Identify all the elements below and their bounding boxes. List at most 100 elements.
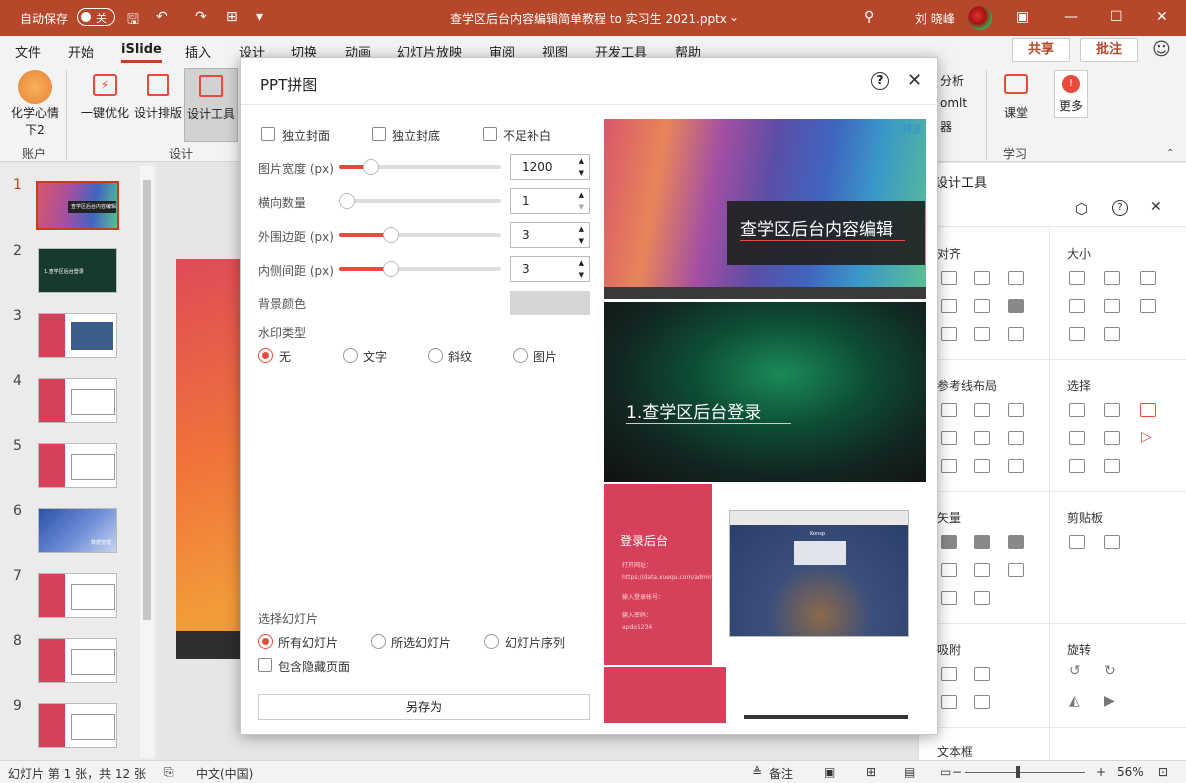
vector-b-icon[interactable] [974, 591, 990, 605]
save-icon[interactable]: 🖫 [127, 9, 139, 33]
tab-insert[interactable]: 插入 [185, 42, 211, 61]
user-name[interactable]: 刘 晓峰 [915, 10, 955, 27]
align-right-icon[interactable] [1008, 271, 1024, 285]
all-slides-radio[interactable] [258, 634, 273, 649]
distribute-h-icon[interactable] [941, 327, 957, 341]
share-button[interactable]: 共享 [1012, 38, 1070, 62]
selected-slides-radio[interactable] [371, 634, 386, 649]
preview-badge[interactable]: 预览 [902, 121, 922, 136]
hidden-slides-checkbox[interactable] [258, 658, 272, 672]
outer-margin-stepper[interactable]: 3 ▲ ▼ [510, 222, 590, 248]
comment-button[interactable]: 批注 [1080, 38, 1138, 62]
select-group-icon[interactable] [1104, 459, 1120, 473]
zoom-slider[interactable] [965, 772, 1085, 773]
guide-top-icon[interactable] [941, 431, 957, 445]
slide-thumb-7[interactable] [38, 573, 117, 618]
avatar[interactable] [968, 6, 992, 30]
collapse-ribbon-icon[interactable]: ⌃ [1166, 148, 1174, 159]
zoom-level[interactable]: 56% [1117, 765, 1144, 779]
title-dropdown[interactable]: ⌄ [729, 10, 739, 24]
distribute-grid-icon[interactable] [1008, 327, 1024, 341]
reading-view-icon[interactable]: ▤ [904, 765, 915, 779]
notes-icon[interactable]: ≜ [752, 765, 762, 779]
classroom-button[interactable]: 课堂 [996, 74, 1036, 121]
extend-bottom-icon[interactable] [1104, 327, 1120, 341]
step-down-icon[interactable]: ▼ [579, 203, 584, 211]
maximize-icon[interactable]: ☐ [1110, 9, 1123, 25]
select-same-icon[interactable] [1069, 403, 1085, 417]
swap-size-icon[interactable] [1140, 299, 1156, 313]
slider-handle[interactable] [339, 193, 355, 209]
current-slide[interactable] [176, 259, 242, 659]
bg-color-swatch[interactable] [510, 291, 590, 315]
union-icon[interactable] [941, 535, 957, 549]
select-top-icon[interactable] [1069, 431, 1085, 445]
help-icon[interactable]: ? [1112, 200, 1128, 216]
extend-right-icon[interactable] [1104, 299, 1120, 313]
snap-left-icon[interactable] [941, 667, 957, 681]
vector-a-icon[interactable] [941, 591, 957, 605]
fit-window-icon[interactable]: ⊡ [1158, 765, 1168, 779]
copy-icon[interactable] [1069, 535, 1085, 549]
same-height-icon[interactable] [1104, 271, 1120, 285]
search-icon[interactable]: ⚲ [864, 9, 874, 25]
normal-view-icon[interactable]: ▣ [824, 765, 835, 779]
watermark-none-radio[interactable] [258, 348, 273, 363]
extend-top-icon[interactable] [1069, 327, 1085, 341]
align-left-icon[interactable] [941, 271, 957, 285]
step-down-icon[interactable]: ▼ [579, 169, 584, 177]
same-width-icon[interactable] [1069, 271, 1085, 285]
combine-icon[interactable] [974, 535, 990, 549]
flip-v-icon[interactable]: ▶ [1104, 693, 1115, 709]
slide-thumb-8[interactable] [38, 638, 117, 683]
step-up-icon[interactable]: ▲ [579, 259, 584, 267]
settings-icon[interactable]: ⬡ [1075, 200, 1088, 218]
accessibility-icon[interactable]: ⎘ [164, 765, 174, 780]
cover-checkbox[interactable] [261, 127, 275, 141]
inner-gap-slider[interactable] [339, 261, 501, 277]
fill-blank-checkbox[interactable] [483, 127, 497, 141]
design-tools-button[interactable]: 设计工具 [184, 68, 238, 142]
tab-islide[interactable]: iSlide [121, 42, 162, 63]
more-button[interactable]: ! 更多 [1054, 70, 1088, 118]
minimize-icon[interactable]: — [1064, 9, 1078, 25]
html-button[interactable]: omlt [940, 96, 967, 110]
language[interactable]: 中文(中国) [196, 765, 253, 782]
zoom-out-button[interactable]: − [952, 765, 962, 779]
same-size-icon[interactable] [1140, 271, 1156, 285]
slider-handle[interactable] [363, 159, 379, 175]
slide-sequence-radio[interactable] [484, 634, 499, 649]
zoom-handle[interactable] [1016, 766, 1020, 778]
layout-button[interactable]: 设计排版 [132, 74, 184, 121]
slider-handle[interactable] [383, 227, 399, 243]
align-middle-icon[interactable] [974, 299, 990, 313]
align-center-icon[interactable] [974, 271, 990, 285]
thumbnail-scrollbar[interactable] [140, 166, 154, 758]
width-stepper[interactable]: 1200 ▲ ▼ [510, 154, 590, 180]
guide-center-icon[interactable] [974, 403, 990, 417]
select-bottom-icon[interactable] [1069, 459, 1085, 473]
snap-top-icon[interactable] [941, 695, 957, 709]
step-up-icon[interactable]: ▲ [579, 225, 584, 233]
fragment-icon[interactable] [1008, 535, 1024, 549]
redo-icon[interactable]: ↷ [195, 9, 207, 25]
help-icon[interactable]: ? [871, 72, 889, 90]
sorter-view-icon[interactable]: ⊞ [866, 765, 876, 779]
close-icon[interactable]: ✕ [1150, 199, 1162, 215]
autosave-toggle[interactable]: 关 [77, 8, 115, 26]
close-icon[interactable]: ✕ [1156, 9, 1168, 25]
guide-frame-icon[interactable] [1008, 459, 1024, 473]
smiley-icon[interactable]: ☺ [1152, 39, 1171, 60]
select-similar-icon[interactable] [1104, 403, 1120, 417]
snap-bottom-icon[interactable] [974, 695, 990, 709]
flip-h-icon[interactable]: ◭ [1069, 693, 1080, 709]
guide-height-icon[interactable] [974, 459, 990, 473]
step-down-icon[interactable]: ▼ [579, 271, 584, 279]
paste-icon[interactable] [1104, 535, 1120, 549]
align-bottom-icon[interactable] [1008, 299, 1024, 313]
slide-thumb-3[interactable] [38, 313, 117, 358]
save-as-button[interactable]: 另存为 [258, 694, 590, 720]
inner-gap-stepper[interactable]: 3 ▲ ▼ [510, 256, 590, 282]
select-layer-icon[interactable] [1104, 431, 1120, 445]
columns-slider[interactable] [339, 193, 501, 209]
